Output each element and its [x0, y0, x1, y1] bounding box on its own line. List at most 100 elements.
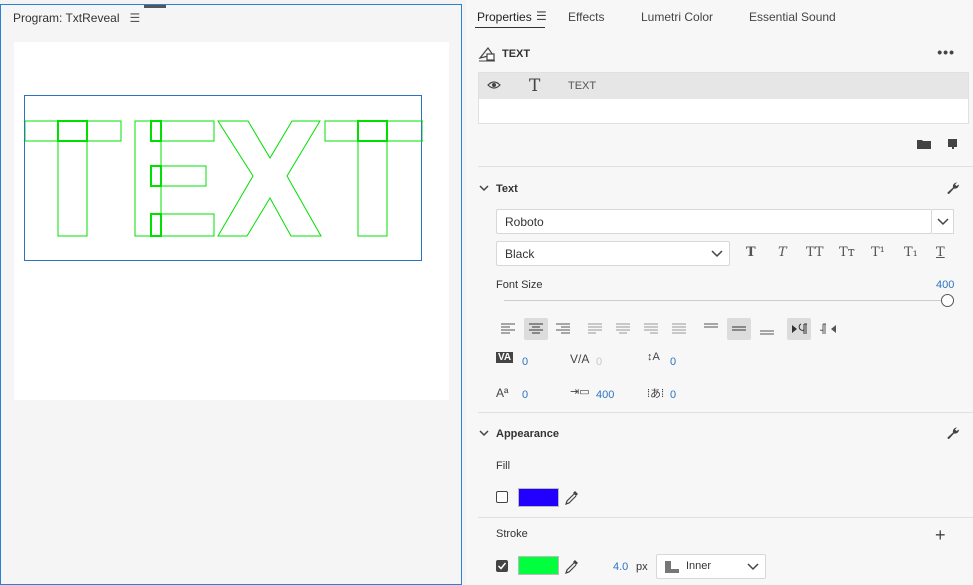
all-caps-button[interactable]: TT: [806, 245, 824, 260]
fill-checkbox[interactable]: [496, 491, 508, 503]
small-caps-button[interactable]: Tт: [839, 245, 855, 260]
stroke-inner-icon: [665, 561, 679, 573]
baseline-shift-value[interactable]: 0: [522, 389, 528, 401]
tsume-icon: ⁞あ⁞: [647, 388, 665, 400]
tab-lumetri-color[interactable]: Lumetri Color: [641, 10, 713, 24]
tracking-value[interactable]: 0: [522, 356, 528, 368]
divider: [478, 412, 973, 413]
tab-effects[interactable]: Effects: [568, 10, 604, 24]
stroke-color-swatch[interactable]: [518, 556, 559, 575]
font-family-select[interactable]: Roboto: [496, 209, 932, 234]
align-right-icon: [556, 323, 570, 334]
program-title: Program: TxtReveal: [13, 11, 120, 25]
more-options-icon[interactable]: •••: [937, 44, 955, 60]
kerning-value: 0: [596, 356, 603, 368]
divider: [478, 166, 973, 167]
chevron-down-icon[interactable]: [478, 427, 490, 439]
add-stroke-plus-icon[interactable]: +: [935, 525, 946, 546]
tab-width-value[interactable]: 400: [596, 389, 614, 401]
tab-properties[interactable]: Properties: [477, 10, 532, 24]
panel-menu-icon[interactable]: ☰: [536, 9, 547, 23]
rtl-direction-icon: [820, 323, 836, 334]
font-size-slider-track[interactable]: [504, 300, 944, 301]
font-size-slider-thumb[interactable]: [941, 294, 954, 307]
font-family-dropdown[interactable]: [932, 209, 954, 234]
eyedropper-icon[interactable]: [565, 490, 579, 505]
checkmark-icon: [497, 562, 507, 570]
align-top-button[interactable]: [699, 318, 723, 340]
panel-menu-icon[interactable]: ☰: [129, 11, 140, 25]
active-tab-underline: [475, 27, 545, 28]
justify-left-icon: [588, 323, 602, 334]
align-left-button[interactable]: [496, 318, 520, 340]
properties-panel: Properties ☰ Effects Lumetri Color Essen…: [466, 0, 973, 585]
chevron-down-icon[interactable]: [478, 182, 490, 194]
align-top-icon: [704, 323, 718, 328]
tab-width-icon: ⇥▭: [570, 386, 590, 398]
font-size-value[interactable]: 400: [936, 279, 954, 291]
layers-list: T TEXT: [478, 72, 969, 124]
fill-color-swatch[interactable]: [518, 488, 559, 507]
underline-button[interactable]: T: [936, 245, 945, 260]
font-size-label: Font Size: [496, 279, 543, 291]
wrench-icon[interactable]: [946, 426, 961, 441]
program-panel-header[interactable]: Program: TxtReveal ☰: [13, 11, 140, 25]
text-outline-preview: [25, 120, 423, 237]
superscript-button[interactable]: T¹: [871, 245, 885, 260]
stroke-checkbox[interactable]: [496, 560, 508, 572]
layer-row[interactable]: T TEXT: [479, 73, 968, 99]
program-viewer[interactable]: [14, 42, 449, 400]
stroke-width-unit: px: [636, 561, 648, 573]
justify-right-button[interactable]: [639, 318, 663, 340]
fill-label: Fill: [496, 460, 511, 472]
appearance-section-title: Appearance: [496, 428, 559, 440]
eyedropper-icon[interactable]: [565, 559, 579, 574]
stroke-label: Stroke: [496, 528, 528, 540]
layer-title-row: TEXT •••: [478, 44, 963, 64]
wrench-icon[interactable]: [946, 181, 961, 196]
folder-icon[interactable]: [917, 138, 931, 150]
justify-all-icon: [672, 323, 686, 334]
justify-center-icon: [616, 323, 630, 334]
faux-bold-button[interactable]: T: [746, 245, 756, 260]
divider: [478, 517, 973, 518]
faux-italic-button[interactable]: T: [778, 245, 787, 260]
new-layer-icon[interactable]: [946, 138, 958, 150]
ltr-text-direction-button[interactable]: [787, 318, 811, 340]
rtl-text-direction-button[interactable]: [815, 318, 839, 340]
align-center-button[interactable]: [524, 318, 548, 340]
ltr-direction-icon: [792, 323, 807, 334]
text-section-header[interactable]: Text: [478, 181, 961, 199]
appearance-section-header[interactable]: Appearance: [478, 426, 961, 444]
align-center-icon: [529, 323, 543, 334]
kerning-icon: V/A: [570, 352, 590, 366]
subscript-button[interactable]: T₁: [904, 245, 918, 260]
tab-essential-sound[interactable]: Essential Sound: [749, 10, 836, 24]
text-layer-icon: T: [529, 76, 541, 96]
align-middle-icon: [732, 326, 746, 331]
chevron-down-icon: [937, 218, 949, 226]
justify-all-button[interactable]: [667, 318, 691, 340]
panel-top-indicator: [144, 5, 166, 8]
align-middle-button[interactable]: [727, 318, 751, 340]
text-shape-icon: [478, 47, 495, 62]
chevron-down-icon: [711, 250, 723, 258]
stroke-position-select[interactable]: Inner: [656, 554, 766, 579]
tracking-icon: VA: [496, 352, 514, 363]
font-style-select[interactable]: Black: [496, 241, 730, 266]
tab-bar: Properties ☰ Effects Lumetri Color Essen…: [466, 0, 973, 34]
font-style-value: Black: [505, 247, 535, 261]
visibility-eye-icon[interactable]: [487, 79, 501, 91]
text-bounding-box[interactable]: [24, 95, 423, 261]
align-bottom-button[interactable]: [755, 318, 779, 340]
tsume-value[interactable]: 0: [670, 389, 676, 401]
layer-name[interactable]: TEXT: [568, 80, 596, 92]
stroke-width-value[interactable]: 4.0: [613, 561, 628, 573]
justify-center-button[interactable]: [611, 318, 635, 340]
text-section-title: Text: [496, 183, 518, 195]
align-bottom-icon: [760, 330, 774, 335]
baseline-shift-icon: Aª: [496, 386, 509, 400]
align-right-button[interactable]: [551, 318, 575, 340]
justify-left-button[interactable]: [583, 318, 607, 340]
leading-value[interactable]: 0: [670, 356, 676, 368]
